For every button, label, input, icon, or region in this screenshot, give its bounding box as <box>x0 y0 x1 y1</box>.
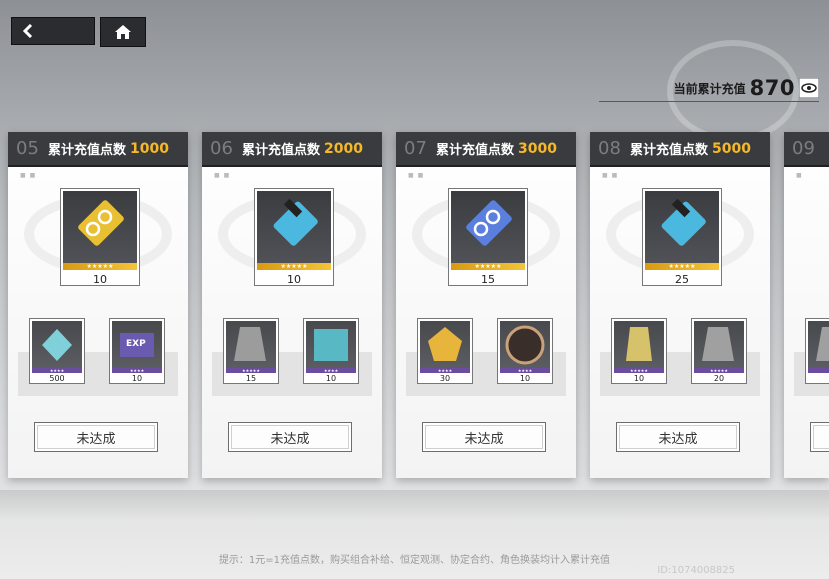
card-number: 06 <box>210 138 233 159</box>
status-button[interactable]: 未达成 <box>616 422 740 452</box>
item-stars: ★★★★★ <box>694 368 744 373</box>
item-stars: ★★★★ <box>500 368 550 373</box>
item-stars <box>808 368 829 373</box>
sub-reward-item[interactable]: ★★★★ 500 <box>29 318 85 384</box>
card-header: 06 累计充值点数 2000 <box>202 132 382 167</box>
item-quantity: 25 <box>675 273 689 286</box>
item-quantity: 15 <box>481 273 495 286</box>
item-image <box>500 321 550 369</box>
divider <box>599 101 819 102</box>
item-image <box>306 321 356 369</box>
card-target: 3000 <box>518 140 557 157</box>
sub-reward-item[interactable]: ★★★★★ 15 <box>223 318 279 384</box>
item-stars: ★★★★★ <box>451 263 525 270</box>
item-quantity: 20 <box>713 374 725 383</box>
item-stars: ★★★★ <box>306 368 356 373</box>
item-image <box>226 321 276 369</box>
floor-shadow <box>0 490 829 520</box>
item-image <box>451 191 525 263</box>
item-image <box>257 191 331 263</box>
back-button[interactable] <box>11 17 95 45</box>
card-dots: ■ ■ <box>20 172 37 179</box>
item-stars: ★★★★ <box>32 368 82 373</box>
user-id: ID:1074008825 <box>657 565 735 576</box>
reward-card-05: 05 累计充值点数 1000 ■ ■ ★★★★★ 10 ★★★★ 500 EXP… <box>8 132 188 478</box>
card-target: 5000 <box>712 140 751 157</box>
exp-tag: EXP <box>126 339 146 349</box>
item-quantity: 10 <box>131 374 143 383</box>
item-image <box>645 191 719 263</box>
total-recharge-label: 当前累计充值 <box>673 81 746 96</box>
sub-reward-item[interactable] <box>805 318 829 384</box>
item-image <box>808 321 829 369</box>
item-image <box>420 321 470 369</box>
sub-reward-item[interactable]: ★★★★ 10 <box>497 318 553 384</box>
status-button[interactable]: 未达成 <box>228 422 352 452</box>
home-button[interactable] <box>100 17 146 47</box>
card-target: 2000 <box>324 140 363 157</box>
card-header: 08 累计充值点数 5000 <box>590 132 770 167</box>
reward-card-06: 06 累计充值点数 2000 ■ ■ ★★★★★ 10 ★★★★★ 15 ★★★… <box>202 132 382 478</box>
status-button[interactable]: 未达成 <box>422 422 546 452</box>
total-recharge-value: 870 <box>749 76 795 100</box>
item-stars: ★★★★★ <box>257 263 331 270</box>
item-image <box>694 321 744 369</box>
item-quantity: 10 <box>519 374 531 383</box>
card-header: 09 <box>784 132 829 167</box>
card-dots: ■ ■ <box>408 172 425 179</box>
main-reward-item[interactable]: ★★★★★ 10 <box>60 188 140 286</box>
card-number: 05 <box>16 138 39 159</box>
item-image <box>614 321 664 369</box>
card-header: 07 累计充值点数 3000 <box>396 132 576 167</box>
item-image <box>32 321 82 369</box>
item-stars: ★★★★ <box>112 368 162 373</box>
card-number: 09 <box>792 138 815 159</box>
item-quantity: 500 <box>49 374 65 383</box>
status-button[interactable] <box>810 422 829 452</box>
sub-reward-item[interactable]: ★★★★★ 20 <box>691 318 747 384</box>
home-icon <box>115 25 131 39</box>
tip-text: 提示：1元=1充值点数，购买组合补给、恒定观测、协定合约、角色换装均计入累计充值 <box>218 555 611 566</box>
main-reward-item[interactable]: ★★★★★ 10 <box>254 188 334 286</box>
status-button[interactable]: 未达成 <box>34 422 158 452</box>
card-label: 累计充值点数 <box>630 143 709 158</box>
sub-reward-item[interactable]: ★★★★ 10 <box>303 318 359 384</box>
reward-card-08: 08 累计充值点数 5000 ■ ■ ★★★★★ 25 ★★★★★ 10 ★★★… <box>590 132 770 478</box>
main-reward-item[interactable]: ★★★★★ 15 <box>448 188 528 286</box>
card-dots: ■ ■ <box>602 172 619 179</box>
item-quantity: 10 <box>93 273 107 286</box>
card-label: 累计充值点数 <box>242 143 321 158</box>
item-stars: ★★★★★ <box>226 368 276 373</box>
sub-reward-item[interactable]: ★★★★ 30 <box>417 318 473 384</box>
item-stars: ★★★★★ <box>645 263 719 270</box>
item-quantity: 30 <box>439 374 451 383</box>
eye-icon[interactable] <box>798 77 820 99</box>
item-quantity: 10 <box>633 374 645 383</box>
item-quantity: 15 <box>245 374 257 383</box>
main-reward-item[interactable]: ★★★★★ 25 <box>642 188 722 286</box>
item-stars: ★★★★ <box>420 368 470 373</box>
reward-card-09: 09 ■ <box>784 132 829 478</box>
card-header: 05 累计充值点数 1000 <box>8 132 188 167</box>
card-dots: ■ <box>796 172 803 179</box>
total-recharge: 当前累计充值 870 <box>673 76 820 100</box>
item-quantity: 10 <box>325 374 337 383</box>
card-number: 08 <box>598 138 621 159</box>
item-stars: ★★★★★ <box>614 368 664 373</box>
item-quantity: 10 <box>287 273 301 286</box>
card-dots: ■ ■ <box>214 172 231 179</box>
sub-reward-item[interactable]: EXP ★★★★ 10 <box>109 318 165 384</box>
back-arrow-icon <box>22 24 33 38</box>
card-label: 累计充值点数 <box>436 143 515 158</box>
card-target: 1000 <box>130 140 169 157</box>
item-stars: ★★★★★ <box>63 263 137 270</box>
card-label: 累计充值点数 <box>48 143 127 158</box>
item-image <box>63 191 137 263</box>
reward-card-07: 07 累计充值点数 3000 ■ ■ ★★★★★ 15 ★★★★ 30 ★★★★… <box>396 132 576 478</box>
sub-reward-item[interactable]: ★★★★★ 10 <box>611 318 667 384</box>
item-image: EXP <box>112 321 162 369</box>
card-number: 07 <box>404 138 427 159</box>
